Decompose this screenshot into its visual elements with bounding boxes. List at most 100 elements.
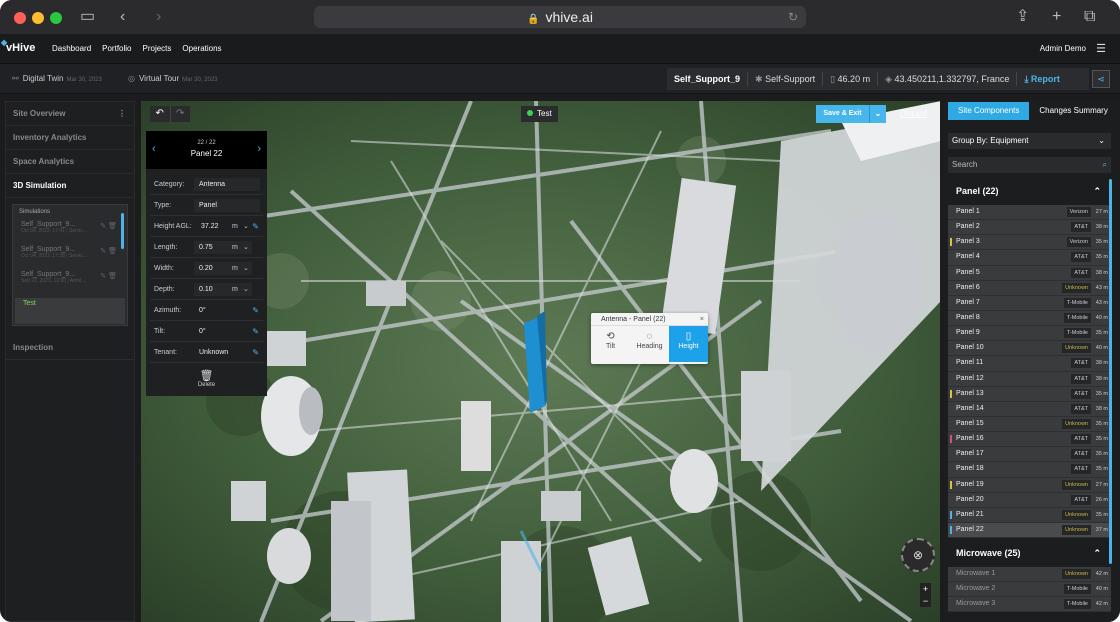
component-list-item[interactable]: Panel 13 AT&T 35 m: [948, 386, 1111, 402]
address-bar[interactable]: 🔒 vhive.ai ↻: [314, 6, 806, 28]
component-list-item[interactable]: Panel 15 Unknown 35 m: [948, 416, 1111, 433]
component-list-item[interactable]: Panel 21 Unknown 35 m: [948, 507, 1111, 523]
pencil-icon[interactable]: ✎: [252, 306, 259, 315]
component-list-item[interactable]: Panel 22 Unknown 37 m: [948, 522, 1111, 539]
components-scrollbar[interactable]: [1109, 179, 1112, 564]
component-list-item[interactable]: Panel 5 AT&T 38 m: [948, 265, 1111, 281]
minimize-window-button[interactable]: [32, 12, 44, 24]
report-button[interactable]: ⤓ Report: [1017, 72, 1066, 86]
share-icon[interactable]: ⇪: [1016, 8, 1029, 26]
zoom-in-icon[interactable]: +: [920, 583, 931, 595]
more-options-icon[interactable]: ⋮: [118, 102, 126, 126]
tab-site-components[interactable]: Site Components: [948, 102, 1030, 120]
simulation-item[interactable]: Self_Support_9... Oct 04, 2023, 17:41 | …: [13, 219, 127, 244]
trash-icon[interactable]: 🗑: [108, 273, 117, 280]
group-by-select[interactable]: Group By: Equipment ⌄: [948, 133, 1111, 149]
nav-portfolio[interactable]: Portfolio: [102, 44, 131, 53]
component-list-item[interactable]: Panel 7 T-Mobile 43 m: [948, 295, 1111, 311]
pencil-icon[interactable]: ✎: [252, 348, 259, 357]
sidebar-item-3d-simulation[interactable]: 3D Simulation: [6, 174, 134, 198]
pencil-icon[interactable]: ✎: [252, 327, 259, 336]
edit-icon[interactable]: ✎: [100, 223, 106, 230]
sidebar-toggle-icon[interactable]: ▭: [80, 8, 95, 26]
user-menu[interactable]: Admin Demo: [1040, 44, 1086, 53]
component-list-item[interactable]: Panel 9 T-Mobile 35 m: [948, 326, 1111, 342]
tabs-overview-icon[interactable]: ⧉: [1084, 8, 1095, 26]
component-height: 27 m: [1095, 481, 1108, 488]
component-list-item[interactable]: Microwave 2 T-Mobile 40 m: [948, 582, 1111, 598]
microwave-group-header[interactable]: Microwave (25) ⌃: [948, 541, 1111, 565]
component-list-item[interactable]: Microwave 3 T-Mobile 42 m: [948, 597, 1111, 613]
nav-dashboard[interactable]: Dashboard: [52, 44, 91, 53]
close-icon[interactable]: ×: [700, 313, 704, 326]
hamburger-menu-icon[interactable]: ☰: [1096, 42, 1106, 55]
chevron-down-icon[interactable]: ⌄: [243, 222, 249, 230]
component-list-item[interactable]: Panel 17 AT&T 35 m: [948, 447, 1111, 463]
sidebar-item-site-overview[interactable]: Site Overview ⋮: [6, 102, 134, 126]
discard-link[interactable]: Discard: [900, 109, 927, 118]
close-window-button[interactable]: [14, 12, 26, 24]
component-name: Panel 15: [956, 419, 984, 427]
component-list-item[interactable]: Panel 11 AT&T 38 m: [948, 356, 1111, 372]
component-list-item[interactable]: Panel 2 AT&T 38 m: [948, 220, 1111, 236]
virtual-tour-link[interactable]: ◎ Virtual Tour Mar 30, 2023: [128, 74, 218, 83]
panel-group-header[interactable]: Panel (22) ⌃: [948, 179, 1111, 203]
chevron-down-icon[interactable]: ⌄: [870, 105, 886, 123]
search-icon[interactable]: ⌕: [1103, 157, 1107, 173]
digital-twin-link[interactable]: ⚯ Digital Twin Mar 30, 2023: [12, 74, 102, 83]
component-list-item[interactable]: Panel 6 Unknown 43 m: [948, 280, 1111, 296]
save-exit-button[interactable]: Save & Exit ⌄: [816, 105, 886, 123]
heading-tool-button[interactable]: ◌ Heading: [630, 326, 669, 362]
component-list-item[interactable]: Panel 14 AT&T 38 m: [948, 401, 1111, 417]
3d-viewport[interactable]: ↶ ↷ Test Save & Exit ⌄ Discard ‹ 22 / 22…: [141, 101, 940, 622]
component-list-item[interactable]: Panel 10 Unknown 40 m: [948, 341, 1111, 357]
component-list-item[interactable]: Panel 3 Verizon 35 m: [948, 235, 1111, 251]
sidebar-item-inspection[interactable]: Inspection: [6, 336, 134, 360]
chevron-down-icon[interactable]: ⌄: [243, 243, 249, 251]
simulation-item[interactable]: Self_Support_9... Sep 22, 2023, 12:00 | …: [13, 269, 127, 294]
compass-icon[interactable]: ⊗: [901, 538, 935, 572]
delete-button[interactable]: 🗑 Delete: [146, 369, 267, 388]
back-icon[interactable]: ‹: [120, 8, 125, 26]
undo-icon[interactable]: ↶: [150, 106, 171, 122]
component-list-item[interactable]: Panel 4 AT&T 35 m: [948, 250, 1111, 266]
chevron-down-icon[interactable]: ⌄: [243, 285, 249, 293]
component-list-item[interactable]: Panel 1 Verizon 27 m: [948, 205, 1111, 221]
component-height: 35 m: [1095, 390, 1108, 397]
edit-icon[interactable]: ✎: [100, 248, 106, 255]
tilt-tool-button[interactable]: ⟲ Tilt: [591, 326, 630, 362]
simulation-item[interactable]: Self_Support_9... Oct 04, 2023, 17:38 | …: [13, 244, 127, 269]
component-list-item[interactable]: Panel 19 Unknown 27 m: [948, 477, 1111, 493]
redo-icon[interactable]: ↷: [171, 106, 191, 122]
sidebar-item-space-analytics[interactable]: Space Analytics: [6, 150, 134, 174]
component-list-item[interactable]: Microwave 1 Unknown 42 m: [948, 567, 1111, 583]
tab-changes-summary[interactable]: Changes Summary: [1029, 102, 1117, 120]
vhive-logo[interactable]: ◆ vHive: [1, 38, 35, 54]
new-tab-icon[interactable]: +: [1052, 8, 1061, 26]
component-list-item[interactable]: Panel 18 AT&T 35 m: [948, 462, 1111, 478]
trash-icon[interactable]: 🗑: [108, 223, 117, 230]
pencil-icon[interactable]: ✎: [252, 222, 259, 231]
forward-icon[interactable]: ›: [156, 8, 161, 26]
next-arrow-icon[interactable]: ›: [257, 143, 261, 155]
trash-icon[interactable]: 🗑: [108, 248, 117, 255]
height-tool-button[interactable]: ▯ Height: [669, 326, 708, 362]
properties-panel: ‹ 22 / 22 Panel 22 › Category: Antenna T…: [146, 131, 267, 396]
share-button[interactable]: ⋖: [1092, 70, 1110, 88]
height-input[interactable]: 37.22: [196, 220, 226, 233]
component-list-item[interactable]: Panel 20 AT&T 26 m: [948, 492, 1111, 508]
chevron-down-icon[interactable]: ⌄: [243, 264, 249, 272]
edit-icon[interactable]: ✎: [100, 273, 106, 280]
simulation-item-active[interactable]: Test: [15, 298, 125, 324]
reload-icon[interactable]: ↻: [788, 6, 798, 28]
component-list-item[interactable]: Panel 8 T-Mobile 40 m: [948, 310, 1111, 327]
component-list-item[interactable]: Panel 12 AT&T 38 m: [948, 371, 1111, 387]
component-search-input[interactable]: Search ⌕: [948, 157, 1111, 173]
nav-projects[interactable]: Projects: [143, 44, 172, 53]
zoom-out-icon[interactable]: −: [920, 595, 931, 607]
component-list-item[interactable]: Panel 16 AT&T 35 m: [948, 432, 1111, 448]
sidebar-item-inventory-analytics[interactable]: Inventory Analytics: [6, 126, 134, 150]
simulations-scrollbar[interactable]: [121, 213, 124, 249]
nav-operations[interactable]: Operations: [182, 44, 221, 53]
fullscreen-window-button[interactable]: [50, 12, 62, 24]
